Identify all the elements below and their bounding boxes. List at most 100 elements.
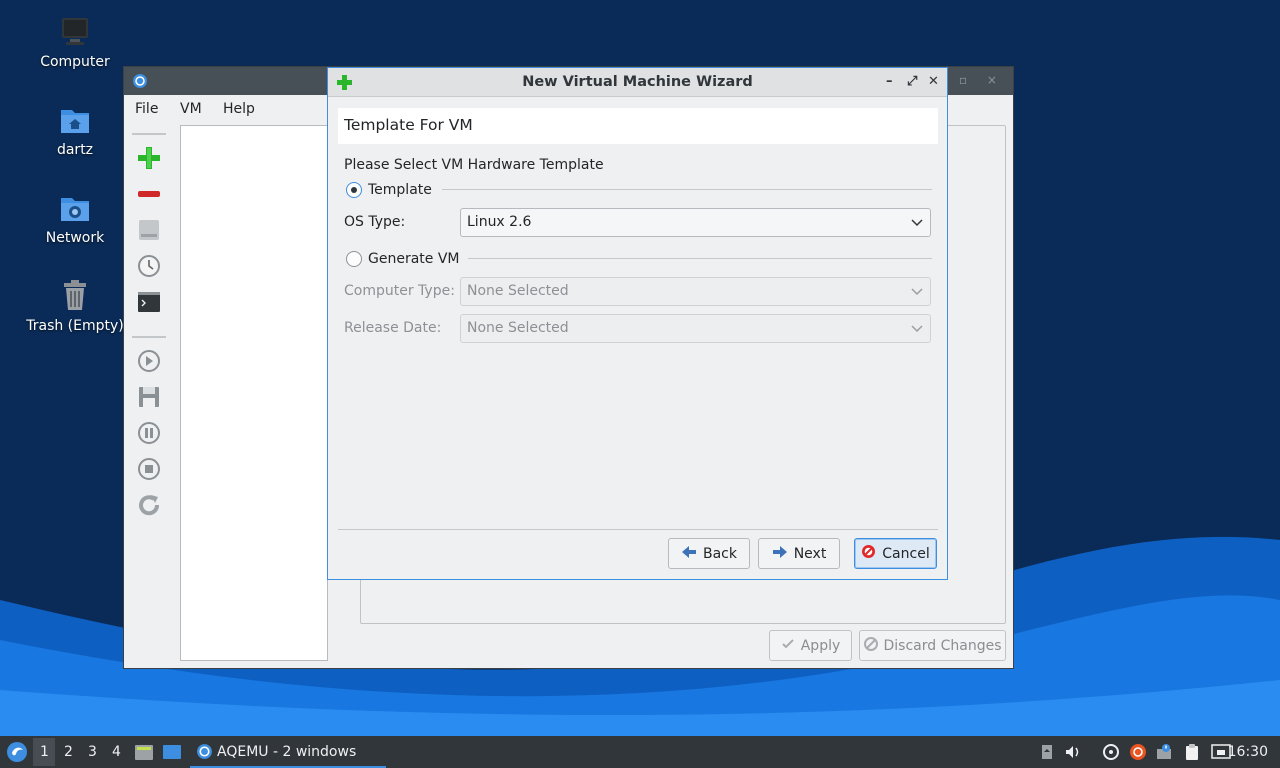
- release-date-select[interactable]: None Selected: [460, 314, 931, 343]
- clipboard-manager-icon[interactable]: [1183, 743, 1201, 761]
- aqemu-task-icon: [196, 743, 213, 764]
- hard-disk-icon: [139, 220, 159, 240]
- minimize-icon[interactable]: –: [886, 74, 893, 89]
- file-manager-icon[interactable]: [134, 742, 154, 766]
- desktop-icon-label: Network: [45, 230, 105, 246]
- next-arrow-icon: [772, 545, 788, 563]
- template-radio-label[interactable]: Template: [368, 182, 432, 198]
- desktop-icon-computer[interactable]: Computer: [20, 14, 130, 70]
- home-folder-icon: [57, 102, 93, 138]
- workspace-3[interactable]: 3: [88, 744, 97, 760]
- desktop-icon-label: Trash (Empty): [26, 318, 124, 334]
- back-label: Back: [703, 545, 737, 562]
- task-label: AQEMU - 2 windows: [217, 744, 357, 760]
- next-label: Next: [793, 545, 827, 562]
- template-radio[interactable]: [346, 182, 362, 198]
- wizard-page-header: Template For VM: [338, 108, 938, 144]
- remove-vm-icon: [138, 191, 160, 197]
- back-arrow-icon: [681, 545, 697, 563]
- menu-file[interactable]: File: [135, 101, 158, 117]
- remove-vm-button[interactable]: [136, 181, 162, 207]
- computer-type-value: None Selected: [467, 283, 569, 299]
- desktop-icon-network[interactable]: Network: [20, 190, 130, 246]
- cancel-button[interactable]: Cancel: [854, 538, 937, 569]
- group-divider: [442, 189, 932, 190]
- taskbar-task-aqemu[interactable]: AQEMU - 2 windows: [190, 736, 386, 768]
- terminal-button[interactable]: [136, 289, 162, 315]
- aqemu-logo-icon: [132, 73, 148, 93]
- maximize-icon[interactable]: ⤢: [907, 74, 917, 89]
- chevron-down-icon: [910, 284, 924, 298]
- vm-list[interactable]: [180, 125, 328, 661]
- generate-vm-radio[interactable]: [346, 251, 362, 267]
- group-divider: [468, 258, 932, 259]
- cancel-label: Cancel: [882, 545, 930, 562]
- computer-type-label: Computer Type:: [344, 283, 455, 299]
- apply-label: Apply: [800, 637, 841, 654]
- desktop-icon-trash[interactable]: Trash (Empty): [20, 278, 130, 334]
- os-type-select[interactable]: Linux 2.6: [460, 208, 931, 237]
- discard-changes-button[interactable]: Discard Changes: [859, 630, 1006, 661]
- template-instruction: Please Select VM Hardware Template: [344, 157, 604, 173]
- os-type-value: Linux 2.6: [467, 214, 532, 230]
- reload-icon: [139, 495, 160, 516]
- wizard-titlebar[interactable]: New Virtual Machine Wizard – ⤢ ✕: [328, 68, 947, 97]
- computer-icon: [57, 14, 93, 50]
- menu-help[interactable]: Help: [223, 101, 255, 117]
- generate-vm-radio-label[interactable]: Generate VM: [368, 251, 460, 267]
- discard-changes-label: Discard Changes: [883, 637, 1002, 654]
- hard-disk-button[interactable]: [136, 217, 162, 243]
- stop-button[interactable]: [136, 456, 162, 482]
- wizard-title: New Virtual Machine Wizard: [522, 74, 753, 90]
- apply-button[interactable]: Apply: [769, 630, 852, 661]
- workspace-2[interactable]: 2: [64, 744, 73, 760]
- release-date-label: Release Date:: [344, 320, 442, 336]
- cancel-circle-icon: [863, 636, 878, 655]
- save-button[interactable]: [136, 384, 162, 410]
- desktop-icon-label: dartz: [56, 142, 94, 158]
- play-icon: [138, 350, 160, 372]
- desktop-icon-label: Computer: [40, 54, 110, 70]
- checkmark-icon: [781, 637, 795, 655]
- clock-button[interactable]: [136, 253, 162, 279]
- add-vm-button[interactable]: [136, 145, 162, 171]
- clock[interactable]: 16:30: [1228, 744, 1268, 760]
- network-folder-icon: [57, 190, 93, 226]
- release-date-value: None Selected: [467, 320, 569, 336]
- add-vm-icon: [138, 147, 160, 169]
- pause-icon: [138, 422, 160, 444]
- update-icon[interactable]: [1129, 743, 1147, 761]
- close-icon[interactable]: ✕: [928, 74, 939, 89]
- play-button[interactable]: [136, 348, 162, 374]
- taskbar: 1 2 3 4 AQEMU - 2 windows 16:30: [0, 736, 1280, 768]
- notification-icon[interactable]: [1155, 743, 1173, 761]
- computer-type-select[interactable]: None Selected: [460, 277, 931, 306]
- desktop-icon-home[interactable]: dartz: [20, 102, 130, 158]
- pause-button[interactable]: [136, 420, 162, 446]
- volume-icon[interactable]: [1064, 743, 1082, 761]
- start-menu-icon[interactable]: [6, 741, 28, 767]
- chevron-down-icon: [910, 215, 924, 229]
- save-icon: [139, 387, 159, 407]
- terminal-icon: [138, 292, 160, 312]
- clipboard-tray-icon[interactable]: [1038, 743, 1056, 761]
- next-button[interactable]: Next: [758, 538, 840, 569]
- clock-icon: [138, 255, 160, 277]
- back-button[interactable]: Back: [668, 538, 750, 569]
- trash-icon: [57, 278, 93, 314]
- reload-button[interactable]: [136, 492, 162, 518]
- cancel-icon: [861, 544, 876, 563]
- network-icon[interactable]: [1211, 743, 1231, 761]
- new-vm-wizard-dialog: New Virtual Machine Wizard – ⤢ ✕ Templat…: [327, 67, 948, 580]
- workspace-4[interactable]: 4: [112, 744, 121, 760]
- menu-vm[interactable]: VM: [180, 101, 202, 117]
- sync-icon[interactable]: [1102, 743, 1120, 761]
- toolbar-separator: [132, 336, 166, 338]
- stop-icon: [138, 458, 160, 480]
- chevron-down-icon: [910, 321, 924, 335]
- workspace-1[interactable]: 1: [40, 744, 49, 760]
- show-desktop-icon[interactable]: [162, 742, 182, 766]
- os-type-label: OS Type:: [344, 214, 406, 230]
- button-row-divider: [338, 529, 938, 530]
- toolbar-separator: [132, 133, 166, 135]
